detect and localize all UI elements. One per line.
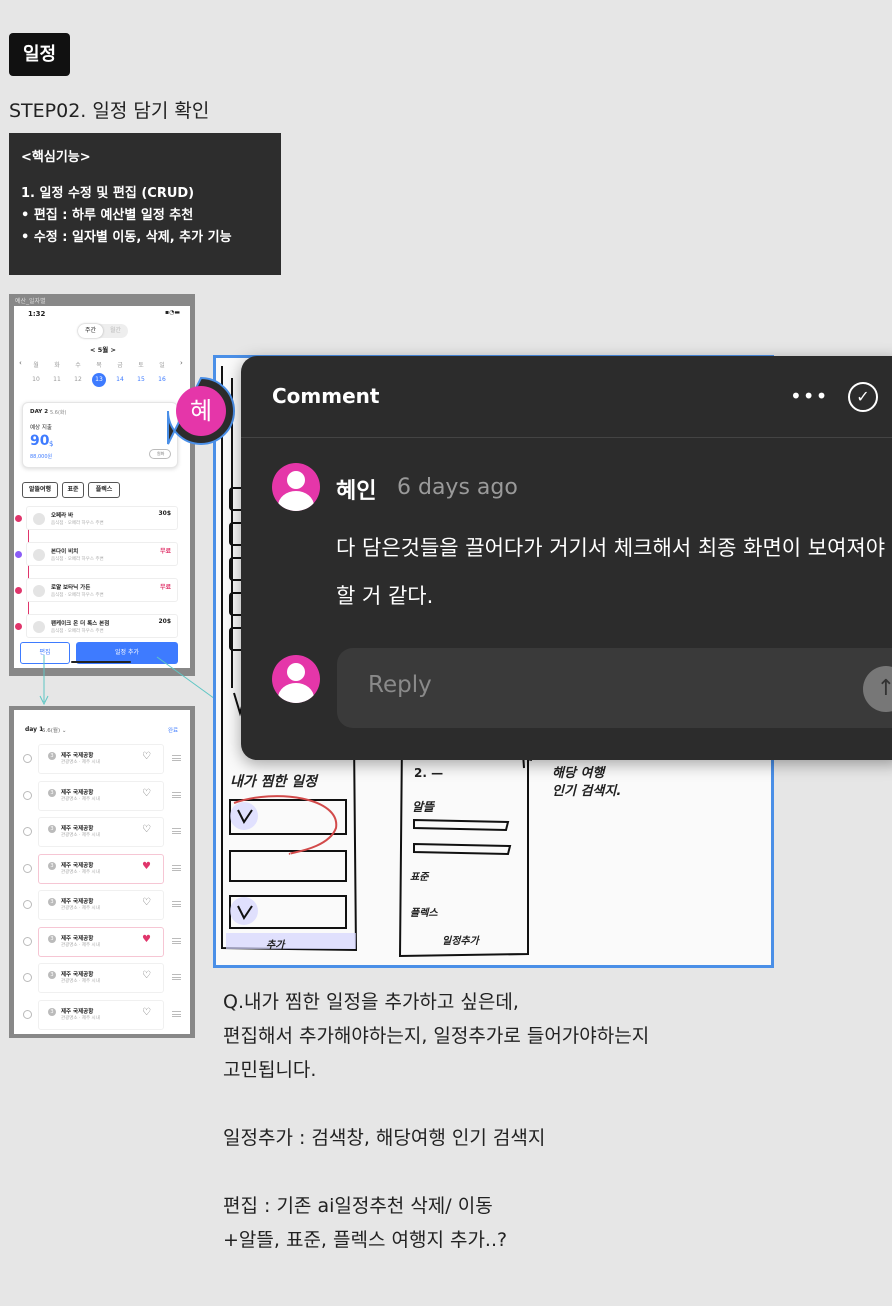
- send-arrow-icon[interactable]: ↑: [863, 666, 892, 712]
- reply-input[interactable]: Reply ↑: [337, 648, 892, 728]
- sketch-mid-bottom: 일정추가: [442, 936, 479, 947]
- reply-avatar: [272, 655, 320, 703]
- question-line-6: +알뜰, 표준, 플렉스 여행지 추가..?: [223, 1229, 508, 1251]
- author-avatar: [272, 463, 320, 511]
- comment-author: 혜인: [336, 479, 377, 504]
- comment-time: 6 days ago: [397, 475, 518, 500]
- comment-header: Comment ••• ✓: [241, 356, 892, 438]
- sketch-mid-4: 플렉스: [410, 908, 438, 919]
- comment-title: Comment: [272, 384, 380, 408]
- sketch-mid-1: 2. —: [414, 766, 444, 780]
- comment-panel: Comment ••• ✓ 혜인 6 days ago 다 담은것들을 끌어다가…: [241, 356, 892, 760]
- sketch-note-2: 인기 검색지.: [552, 784, 622, 799]
- comment-body: 다 담은것들을 끌어다가 거기서 체크해서 최종 화면이 보여져야할 거 같다.: [336, 536, 886, 608]
- sketch-left-bottom: 추가: [266, 940, 285, 951]
- question-note: Q.내가 찜한 일정을 추가하고 싶은데, 편집해서 추가해야하는지, 일정추가…: [223, 985, 649, 1257]
- sketch-left-title: 내가 찜한 일정: [230, 774, 318, 790]
- comment-marker[interactable]: 혜: [166, 376, 236, 446]
- resolve-check-icon[interactable]: ✓: [848, 382, 878, 412]
- question-line-1: Q.내가 찜한 일정을 추가하고 싶은데,: [223, 991, 519, 1013]
- sketch-note-1: 해당 여행: [552, 766, 605, 781]
- question-line-4: 일정추가 : 검색창, 해당여행 인기 검색지: [223, 1127, 546, 1149]
- sketch-mid-2: 알뜰: [412, 800, 435, 814]
- reply-placeholder: Reply: [368, 672, 432, 698]
- question-line-3: 고민됩니다.: [223, 1059, 317, 1081]
- more-options-icon[interactable]: •••: [790, 384, 828, 408]
- marker-letter: 혜: [189, 397, 213, 425]
- question-line-5: 편집 : 기존 ai일정추천 삭제/ 이동: [223, 1195, 493, 1217]
- sketch-mid-3: 표준: [410, 872, 429, 883]
- question-line-2: 편집해서 추가해야하는지, 일정추가로 들어가야하는지: [223, 1025, 650, 1047]
